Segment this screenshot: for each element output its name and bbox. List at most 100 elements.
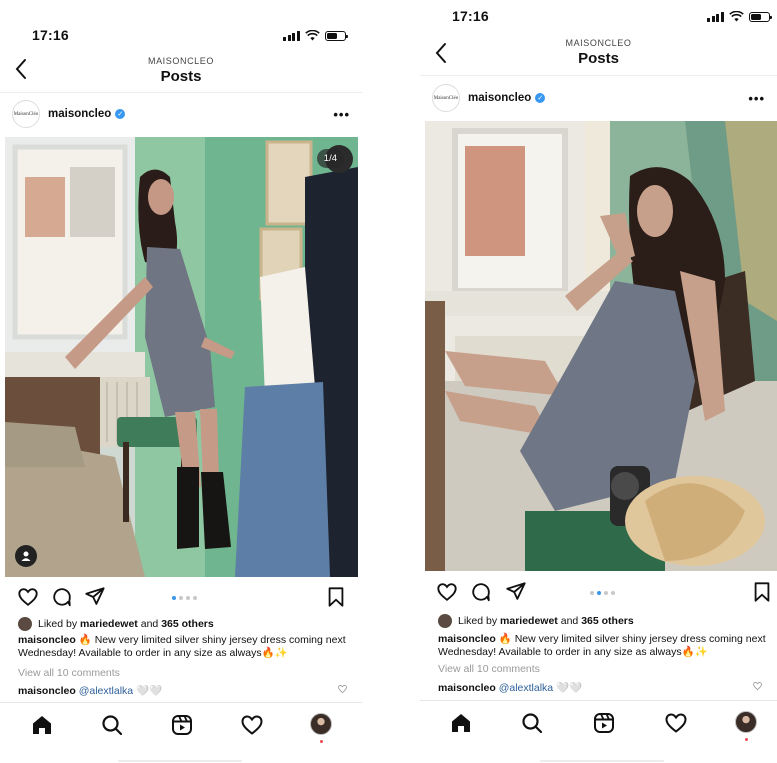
liked-user[interactable]: mariedewet (80, 618, 138, 630)
liked-others[interactable]: 365 others (581, 615, 634, 627)
carousel-dot (172, 596, 176, 600)
carousel-dot (193, 596, 197, 600)
post-header: MaisonCléo maisoncleo ✓ ••• (420, 80, 777, 116)
post-avatar[interactable]: MaisonCléo (12, 100, 40, 128)
bookmark-icon[interactable] (326, 586, 346, 608)
liked-prefix: Liked by (458, 615, 498, 627)
notification-dot (745, 738, 748, 741)
image-counter: 1/4 (316, 149, 344, 168)
carousel-dots (590, 591, 615, 595)
status-icons (283, 30, 348, 41)
comment-username[interactable]: maisoncleo (438, 682, 496, 694)
header-subtitle: MAISONCLEO (147, 56, 214, 66)
profile-avatar (310, 713, 332, 735)
home-icon[interactable] (30, 713, 54, 737)
phone-screen-left: 17:16 MAISONCLEO Posts MaisonCléo maison… (0, 0, 362, 763)
header-divider (420, 75, 777, 76)
back-button[interactable] (14, 58, 28, 85)
liked-user[interactable]: mariedewet (500, 615, 558, 627)
nav-header: MAISONCLEO Posts (0, 56, 362, 85)
activity-heart-icon[interactable] (240, 713, 264, 737)
view-all-comments[interactable]: View all 10 comments (18, 667, 120, 679)
photo-model-seated (425, 121, 777, 571)
post-actions (0, 586, 362, 612)
bottom-tab-bar (420, 700, 777, 756)
profile-avatar (735, 711, 757, 733)
status-icons (707, 11, 772, 22)
heart-icon[interactable] (436, 581, 458, 603)
post-username[interactable]: maisoncleo (48, 108, 111, 120)
comment-mention[interactable]: @alextlalka (499, 682, 553, 694)
carousel-dot (590, 591, 594, 595)
liked-by-row[interactable]: Liked by mariedewet and 365 others (438, 614, 634, 628)
post-avatar[interactable]: MaisonCléo (432, 84, 460, 112)
home-indicator (118, 760, 242, 762)
activity-heart-icon[interactable] (664, 711, 688, 735)
battery-icon (748, 12, 772, 22)
liked-by-row[interactable]: Liked by mariedewet and 365 others (18, 617, 214, 631)
more-options-icon[interactable]: ••• (333, 107, 350, 122)
avatar-logo-text: MaisonCléo (13, 111, 39, 117)
comment-preview: maisoncleo @alextlalka 🤍🤍 (438, 681, 763, 694)
caption-username[interactable]: maisoncleo (438, 633, 496, 645)
paper-plane-icon[interactable] (84, 586, 106, 608)
carousel-dot (611, 591, 615, 595)
comment-username[interactable]: maisoncleo (18, 685, 76, 697)
search-icon[interactable] (520, 711, 544, 735)
carousel-dot (186, 596, 190, 600)
more-options-icon[interactable]: ••• (748, 91, 765, 106)
post-header: MaisonCléo maisoncleo ✓ ••• (0, 96, 362, 132)
person-tag-icon (21, 551, 31, 561)
header-subtitle: MAISONCLEO (565, 38, 632, 48)
comment-icon[interactable] (51, 586, 73, 608)
view-all-comments[interactable]: View all 10 comments (438, 663, 540, 675)
paper-plane-icon[interactable] (505, 581, 527, 603)
status-time: 17:16 (32, 27, 69, 43)
home-icon[interactable] (449, 711, 473, 735)
back-button[interactable] (434, 42, 448, 69)
carousel-dot (179, 596, 183, 600)
tagged-people-button[interactable] (15, 545, 37, 567)
comment-like-heart-icon[interactable] (752, 681, 763, 691)
header-divider (0, 92, 362, 93)
post-caption: maisoncleo 🔥 New very limited silver shi… (18, 634, 352, 660)
verified-badge-icon: ✓ (535, 93, 546, 103)
liked-prefix: Liked by (38, 618, 78, 630)
profile-tab[interactable] (735, 711, 759, 741)
post-photo[interactable] (425, 121, 777, 571)
post-caption: maisoncleo 🔥 New very limited silver shi… (438, 633, 767, 659)
carousel-dot (604, 591, 608, 595)
bookmark-icon[interactable] (752, 581, 772, 603)
photo-model-standing (5, 137, 358, 577)
liked-others[interactable]: 365 others (161, 618, 214, 630)
phone-screen-right: 17:16 MAISONCLEO Posts MaisonCléo maison… (420, 0, 777, 763)
liked-and: and (140, 618, 159, 630)
notification-dot (320, 740, 323, 743)
comment-emoji: 🤍🤍 (556, 682, 583, 694)
profile-tab[interactable] (310, 713, 334, 743)
caption-username[interactable]: maisoncleo (18, 634, 76, 646)
avatar-logo-text: MaisonCléo (433, 95, 459, 101)
comment-like-heart-icon[interactable] (337, 684, 348, 694)
liked-and: and (560, 615, 579, 627)
chevron-left-icon (15, 59, 26, 79)
wifi-icon (728, 11, 744, 22)
nav-header: MAISONCLEO Posts (420, 38, 777, 67)
reels-icon[interactable] (592, 711, 616, 735)
heart-icon[interactable] (17, 586, 39, 608)
status-time: 17:16 (452, 8, 489, 24)
post-username[interactable]: maisoncleo (468, 92, 531, 104)
cellular-signal-icon (283, 31, 300, 41)
reels-icon[interactable] (170, 713, 194, 737)
search-icon[interactable] (100, 713, 124, 737)
comment-icon[interactable] (470, 581, 492, 603)
cellular-signal-icon (707, 12, 724, 22)
page-title: Posts (160, 68, 202, 85)
verified-badge-icon: ✓ (115, 109, 126, 119)
post-photo[interactable]: 1/4 (5, 137, 358, 577)
comment-mention[interactable]: @alextlalka (79, 685, 133, 697)
wifi-icon (304, 30, 320, 41)
bottom-tab-bar (0, 702, 362, 758)
comment-emoji: 🤍🤍 (136, 685, 163, 697)
battery-icon (324, 31, 348, 41)
